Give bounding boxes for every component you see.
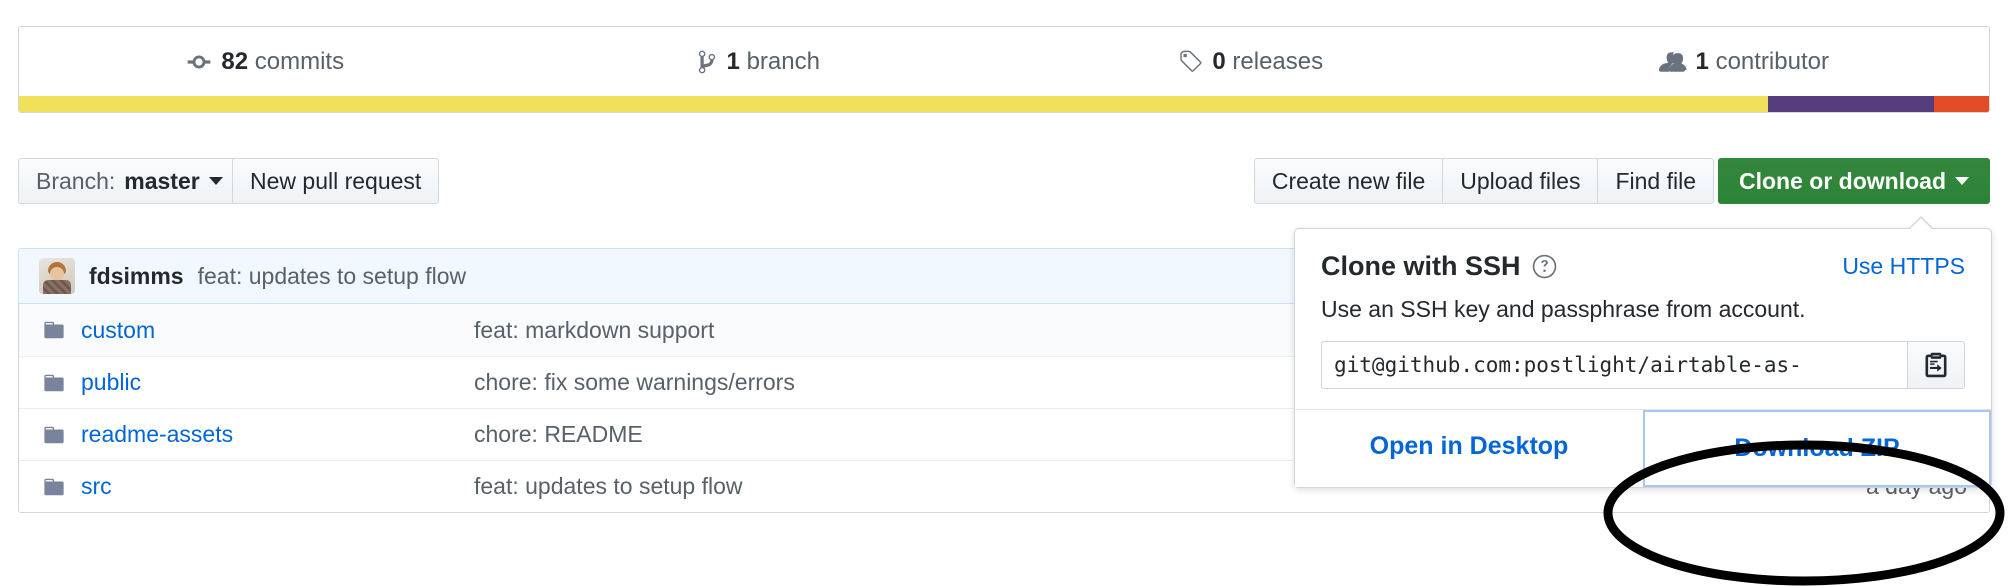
language-segment-javascript[interactable] [19, 96, 1769, 112]
language-bar [18, 96, 1990, 113]
new-pull-request-button[interactable]: New pull request [232, 158, 440, 204]
upload-files-label: Upload files [1460, 167, 1581, 194]
folder-icon [41, 424, 67, 446]
clone-url-input[interactable] [1321, 341, 1907, 389]
repo-page: 82 commits 1 branch 0 releases 1 contrib… [0, 0, 2008, 586]
people-icon [1657, 49, 1687, 75]
commit-message[interactable]: feat: updates to setup flow [198, 263, 467, 290]
stat-releases[interactable]: 0 releases [1004, 48, 1497, 76]
branch-selector-button[interactable]: Branch: master [18, 158, 241, 204]
clone-popup-title: Clone with SSH [1321, 251, 1558, 282]
file-link[interactable]: public [81, 369, 141, 396]
folder-icon [41, 372, 67, 394]
chevron-down-icon [1955, 177, 1969, 185]
language-segment-html[interactable] [1933, 96, 1989, 112]
stat-branches[interactable]: 1 branch [512, 48, 1005, 76]
clone-popup-title-text: Clone with SSH [1321, 251, 1521, 281]
clone-or-download-button[interactable]: Clone or download [1718, 158, 1990, 204]
branch-selector-prefix: Branch: [36, 167, 116, 194]
stat-branches-value: 1 [726, 47, 740, 75]
file-link[interactable]: readme-assets [81, 421, 233, 448]
use-https-link[interactable]: Use HTTPS [1842, 253, 1965, 280]
repo-toolbar: Branch: master New pull request Create n… [18, 158, 1990, 204]
download-zip-button[interactable]: Download ZIP [1643, 410, 1991, 487]
stat-releases-value: 0 [1212, 47, 1226, 75]
language-segment-css[interactable] [1768, 96, 1934, 112]
chevron-down-icon [208, 177, 223, 185]
find-file-button[interactable]: Find file [1597, 158, 1714, 204]
tag-icon [1177, 49, 1203, 75]
stat-contributors[interactable]: 1 contributor [1497, 48, 1990, 76]
stat-branches-label: branch [746, 47, 820, 75]
open-in-desktop-button[interactable]: Open in Desktop [1295, 410, 1643, 487]
file-actions-group: Create new file Upload files Find file [1253, 158, 1714, 204]
branch-selector-name: master [124, 167, 200, 194]
file-link[interactable]: custom [81, 317, 155, 344]
upload-files-button[interactable]: Upload files [1442, 158, 1599, 204]
clone-popup-footer: Open in Desktop Download ZIP [1295, 409, 1991, 487]
folder-icon [41, 319, 67, 341]
clone-popup-description: Use an SSH key and passphrase from accou… [1321, 296, 1806, 322]
stat-commits[interactable]: 82 commits [19, 48, 512, 76]
popup-caret-inner-icon [1909, 218, 1933, 230]
question-icon[interactable] [1531, 253, 1558, 280]
file-name-cell: public [19, 369, 474, 396]
clone-or-download-label: Clone or download [1739, 167, 1946, 194]
stat-commits-value: 82 [221, 47, 249, 75]
create-new-file-label: Create new file [1271, 167, 1426, 194]
stat-contributors-value: 1 [1695, 47, 1709, 75]
stat-commits-label: commits [254, 47, 345, 75]
file-name-cell: readme-assets [19, 421, 474, 448]
clone-dropdown-popup: Clone with SSH Use HTTPS Use an SSH key … [1294, 216, 1992, 488]
clipboard-copy-icon[interactable] [1907, 341, 1965, 389]
repo-stats-bar: 82 commits 1 branch 0 releases 1 contrib… [18, 26, 1990, 96]
avatar[interactable] [39, 258, 75, 294]
folder-icon [41, 476, 67, 498]
clone-popup-header: Clone with SSH Use HTTPS [1321, 251, 1965, 282]
file-link[interactable]: src [81, 473, 112, 500]
file-name-cell: src [19, 473, 474, 500]
find-file-label: Find file [1615, 167, 1696, 194]
file-name-cell: custom [19, 317, 474, 344]
create-new-file-button[interactable]: Create new file [1253, 158, 1444, 204]
clone-url-group [1321, 341, 1965, 389]
stat-contributors-label: contributor [1715, 47, 1829, 75]
commit-icon [186, 49, 212, 75]
commit-author[interactable]: fdsimms [89, 263, 184, 290]
branch-icon [696, 49, 718, 75]
new-pull-request-label: New pull request [250, 167, 422, 194]
stat-releases-label: releases [1232, 47, 1324, 75]
clone-popup-body: Clone with SSH Use HTTPS Use an SSH key … [1295, 229, 1991, 409]
